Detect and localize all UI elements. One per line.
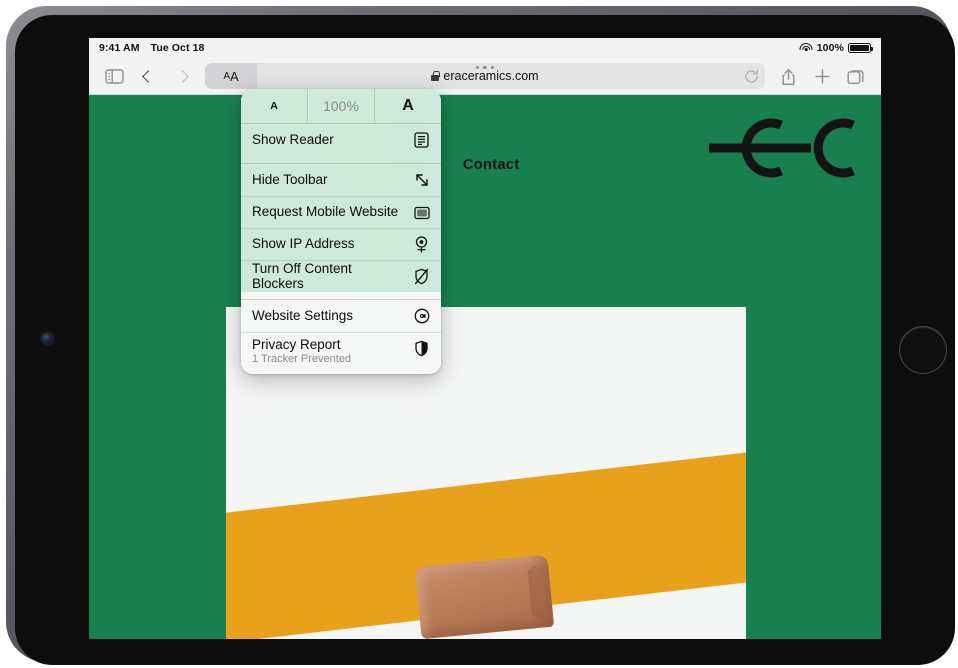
site-logo[interactable] (707, 117, 859, 179)
site-header: cess Shop Contact (89, 95, 881, 195)
url-text: eraceramics.com (443, 69, 539, 83)
menu-item-show-ip-address[interactable]: Show IP Address (241, 228, 441, 260)
menu-item-privacy-report[interactable]: Privacy Report 1 Tracker Prevented (241, 332, 441, 374)
popover-divider (241, 156, 441, 163)
clay-block (414, 554, 555, 639)
lock-icon (431, 71, 440, 81)
reader-icon (413, 132, 430, 149)
status-bar: 9:41 AM Tue Oct 18 100% (89, 38, 881, 58)
shield-slash-icon (413, 268, 430, 285)
menu-item-label: Request Mobile Website (252, 204, 399, 220)
popover-group-reader: Show Reader (241, 123, 441, 156)
new-tab-button[interactable] (805, 61, 839, 91)
decrease-text-size-button[interactable]: A (241, 89, 307, 123)
plus-icon (814, 68, 830, 84)
front-camera (42, 333, 53, 344)
menu-item-hide-toolbar[interactable]: Hide Toolbar (241, 164, 441, 196)
tabs-icon (847, 69, 863, 84)
aa-small-label: A (223, 70, 230, 82)
text-size-button[interactable]: AA (205, 63, 257, 89)
menu-item-label: Hide Toolbar (252, 171, 328, 187)
text-size-segmented-control: A 100% A (241, 89, 441, 123)
privacy-shield-icon (413, 340, 430, 357)
sidebar-icon (104, 68, 124, 84)
text-size-popover-menu: A 100% A Show Reader Hide Toolbar Reques… (241, 89, 441, 374)
tab-position-dots (475, 66, 495, 70)
increase-text-size-button[interactable]: A (374, 89, 441, 123)
nav-link-contact[interactable]: Contact (463, 157, 520, 173)
menu-item-label-block: Privacy Report 1 Tracker Prevented (252, 337, 405, 366)
show-tabs-button[interactable] (839, 61, 873, 91)
menu-item-label: Website Settings (252, 307, 354, 323)
chevron-left-icon (141, 69, 155, 83)
url-display[interactable]: eraceramics.com (205, 69, 765, 83)
gear-circle-icon (413, 308, 430, 325)
wifi-icon (799, 43, 813, 53)
status-date: Tue Oct 18 (150, 42, 205, 54)
privacy-report-sublabel: 1 Tracker Prevented (252, 353, 352, 366)
ipad-device: 9:41 AM Tue Oct 18 100% A A eraceramics.… (6, 6, 955, 665)
popover-group-main: Hide Toolbar Request Mobile Website Show… (241, 163, 441, 292)
webpage-content: cess Shop Contact (89, 95, 881, 639)
battery-percent: 100% (816, 42, 844, 54)
aa-large-label: A (230, 68, 239, 84)
status-time: 9:41 AM (99, 42, 140, 54)
popover-divider-2 (241, 292, 441, 299)
popover-group-settings: Website Settings Privacy Report 1 Tracke… (241, 299, 441, 374)
share-icon (782, 68, 794, 85)
menu-item-turn-off-content-blockers[interactable]: Turn Off Content Blockers (241, 260, 441, 292)
device-screen: 9:41 AM Tue Oct 18 100% A A eraceramics.… (89, 38, 881, 639)
sidebar-button[interactable] (97, 61, 131, 91)
reload-button[interactable] (741, 66, 761, 86)
status-bar-left: 9:41 AM Tue Oct 18 (99, 42, 204, 54)
menu-item-label: Show Reader (252, 131, 334, 147)
menu-item-label: Turn Off Content Blockers (252, 261, 352, 291)
privacy-report-label: Privacy Report (252, 337, 341, 352)
back-button[interactable] (131, 61, 165, 91)
menu-item-request-mobile-website[interactable]: Request Mobile Website (241, 196, 441, 228)
zoom-level-label[interactable]: 100% (307, 89, 374, 123)
chevron-right-icon (175, 69, 189, 83)
status-bar-right: 100% (799, 42, 873, 54)
collapse-arrows-icon (413, 172, 430, 189)
battery-icon (848, 42, 873, 54)
forward-button (165, 61, 199, 91)
menu-item-show-reader[interactable]: Show Reader (241, 124, 441, 156)
browser-toolbar: AA eraceramics.com (89, 58, 881, 95)
home-button[interactable] (899, 326, 947, 374)
location-pin-icon (413, 236, 430, 253)
reload-icon (744, 69, 758, 83)
display-icon (413, 204, 430, 221)
menu-item-website-settings[interactable]: Website Settings (241, 300, 441, 332)
share-button[interactable] (771, 61, 805, 91)
address-bar[interactable]: AA eraceramics.com (205, 63, 765, 89)
menu-item-label: Show IP Address (252, 236, 355, 252)
